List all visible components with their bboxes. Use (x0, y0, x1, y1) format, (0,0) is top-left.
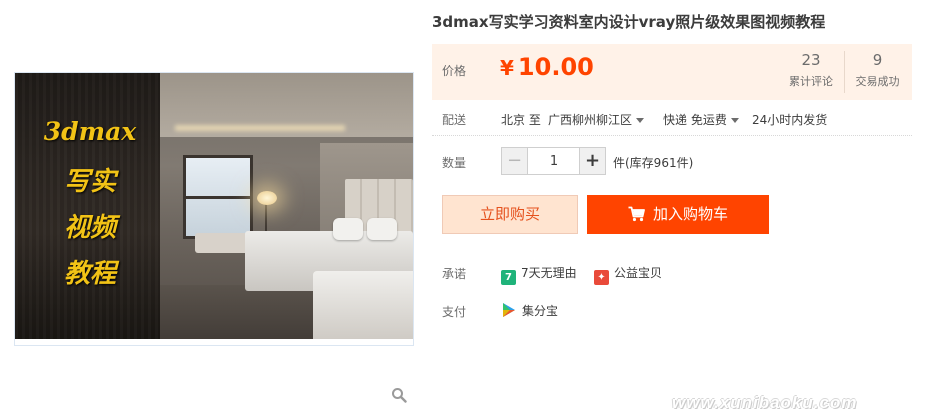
shipping-row: 配送 北京 至 广西柳州柳江区 快递 免运费 24小时内发货 (432, 106, 912, 136)
shipping-method: 快递 免运费 (663, 113, 727, 127)
price-amount: 10.00 (517, 53, 594, 81)
stock-text: 件(库存961件) (613, 156, 694, 170)
dispatch-time: 24小时内发货 (752, 113, 828, 127)
image-wood-texture (15, 73, 160, 339)
quantity-decrease-button[interactable]: − (502, 148, 528, 174)
promise-seven-day-return[interactable]: 7 7天无理由 (501, 264, 577, 285)
jifenbao-icon (503, 303, 515, 317)
payment-label: 支付 (442, 305, 467, 319)
seven-day-return-icon: 7 (501, 270, 516, 285)
comments-label: 累计评论 (789, 75, 833, 88)
comments-stat[interactable]: 23 累计评论 (778, 51, 844, 89)
deals-label: 交易成功 (855, 75, 900, 88)
image-ceiling-light (175, 125, 345, 131)
currency-symbol: ¥ (500, 56, 514, 80)
shopping-cart-icon (628, 206, 645, 222)
image-pillow (333, 218, 363, 240)
quantity-stepper: − + (501, 147, 606, 175)
shipping-from: 北京 至 (501, 113, 541, 127)
image-caption-line: 3dmax (43, 117, 137, 146)
image-pillow (367, 218, 397, 240)
image-window (183, 155, 253, 239)
price-panel: 价格 ¥10.00 23 累计评论 9 交易成功 (432, 44, 912, 100)
quantity-label: 数量 (442, 156, 467, 170)
product-title: 3dmax写实学习资料室内设计vray照片级效果图视频教程 (432, 13, 826, 31)
deals-stat: 9 交易成功 (844, 51, 910, 93)
zoom-magnifier-icon[interactable] (391, 387, 407, 403)
add-to-cart-label: 加入购物车 (652, 205, 728, 223)
product-image-gallery[interactable]: 3dmax 写实 视频 教程 (14, 72, 414, 346)
comments-count: 23 (801, 51, 821, 69)
shipping-destination: 广西柳州柳江区 (548, 113, 633, 127)
quantity-increase-button[interactable]: + (579, 148, 605, 174)
add-to-cart-button[interactable]: 加入购物车 (587, 195, 769, 234)
charity-gift-icon: ✦ (594, 270, 609, 285)
promise-charity[interactable]: ✦ 公益宝贝 (594, 264, 663, 285)
quantity-input[interactable] (529, 148, 579, 174)
site-watermark: www.xunibaoku.com (672, 393, 858, 412)
buy-now-button[interactable]: 立即购买 (442, 195, 578, 234)
chevron-down-icon (636, 118, 645, 123)
promise-label: 承诺 (442, 267, 467, 281)
promise-text: 公益宝贝 (614, 266, 663, 280)
image-text-panel (15, 73, 160, 339)
image-caption-line: 视频 (63, 213, 116, 243)
price-value: ¥10.00 (500, 53, 594, 81)
payment-text: 集分宝 (522, 304, 559, 318)
chevron-down-icon (730, 118, 739, 123)
promise-text: 7天无理由 (521, 266, 577, 280)
price-label: 价格 (442, 64, 467, 78)
deals-count: 9 (872, 51, 883, 69)
gallery-thumb-strip (15, 339, 413, 345)
shipping-method-select[interactable]: 快递 免运费 (663, 111, 739, 128)
payment-jifenbao[interactable]: 集分宝 (501, 302, 558, 319)
shipping-destination-select[interactable]: 广西柳州柳江区 (548, 111, 645, 128)
image-caption-line: 写实 (63, 167, 116, 197)
image-lamp (257, 191, 277, 205)
product-main-image[interactable]: 3dmax 写实 视频 教程 (15, 73, 413, 339)
image-caption-line: 教程 (63, 259, 116, 289)
image-bed-front (313, 271, 413, 339)
shipping-label: 配送 (442, 113, 467, 127)
